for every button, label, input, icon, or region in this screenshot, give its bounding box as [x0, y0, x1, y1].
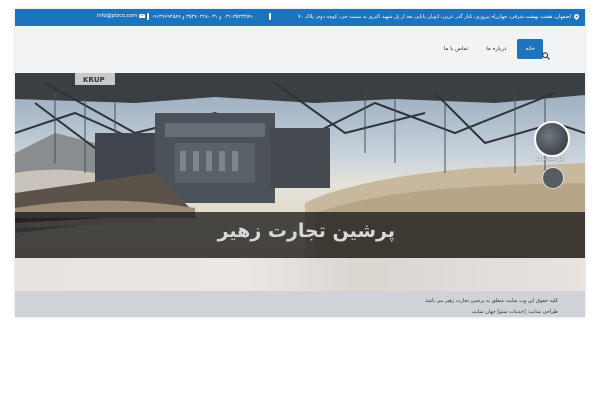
main-nav: خانه درباره ما تماس با ما	[433, 39, 543, 59]
top-info-bar: اصفهان، هشت بهشت شرقی، چهارراه پیروزی، ک…	[15, 9, 585, 26]
secondary-avatar[interactable]	[542, 167, 564, 189]
divider	[147, 13, 149, 20]
svg-text:KRUP: KRUP	[83, 76, 105, 84]
phone-numbers: ۰۳۱-۳۵۲۳۲۵۹۰ و ۰۳۱-۳۵۲۷۰۲۲۸ و ۰۹۱۳۹۶۹۲۵۸…	[151, 14, 255, 20]
avatar-label: این تجارت به	[536, 156, 564, 162]
nav-item-about[interactable]: درباره ما	[479, 40, 513, 58]
hero-banner: KRUP پرشین تجارت زهیر	[15, 73, 585, 258]
nav-item-home[interactable]: خانه	[517, 39, 543, 59]
nav-item-contact[interactable]: تماس با ما	[437, 40, 475, 58]
email-link[interactable]: info@ptzco.com	[97, 13, 146, 19]
background-strip	[15, 258, 585, 291]
site-header: خانه درباره ما تماس با ما	[15, 26, 585, 73]
divider	[269, 13, 271, 20]
avatar[interactable]	[534, 121, 570, 157]
search-icon[interactable]	[542, 52, 550, 60]
hero-title: پرشین تجارت زهیر	[217, 220, 395, 242]
copyright-text: کلیه حقوق این وب سایت متعلق به پرشین تجا…	[425, 298, 558, 304]
page-frame: اصفهان، هشت بهشت شرقی، چهارراه پیروزی، ک…	[15, 9, 585, 317]
address-block: اصفهان، هشت بهشت شرقی، چهارراه پیروزی، ک…	[298, 14, 579, 20]
address-text: اصفهان، هشت بهشت شرقی، چهارراه پیروزی، ک…	[298, 14, 571, 20]
location-pin-icon	[574, 14, 579, 20]
email-text[interactable]: info@ptzco.com	[97, 13, 137, 19]
site-footer: کلیه حقوق این وب سایت متعلق به پرشین تجا…	[15, 291, 585, 317]
envelope-icon	[139, 14, 146, 18]
designer-credit[interactable]: طراحی سایت: [خدمات سئو] جهان سایت	[472, 309, 558, 315]
